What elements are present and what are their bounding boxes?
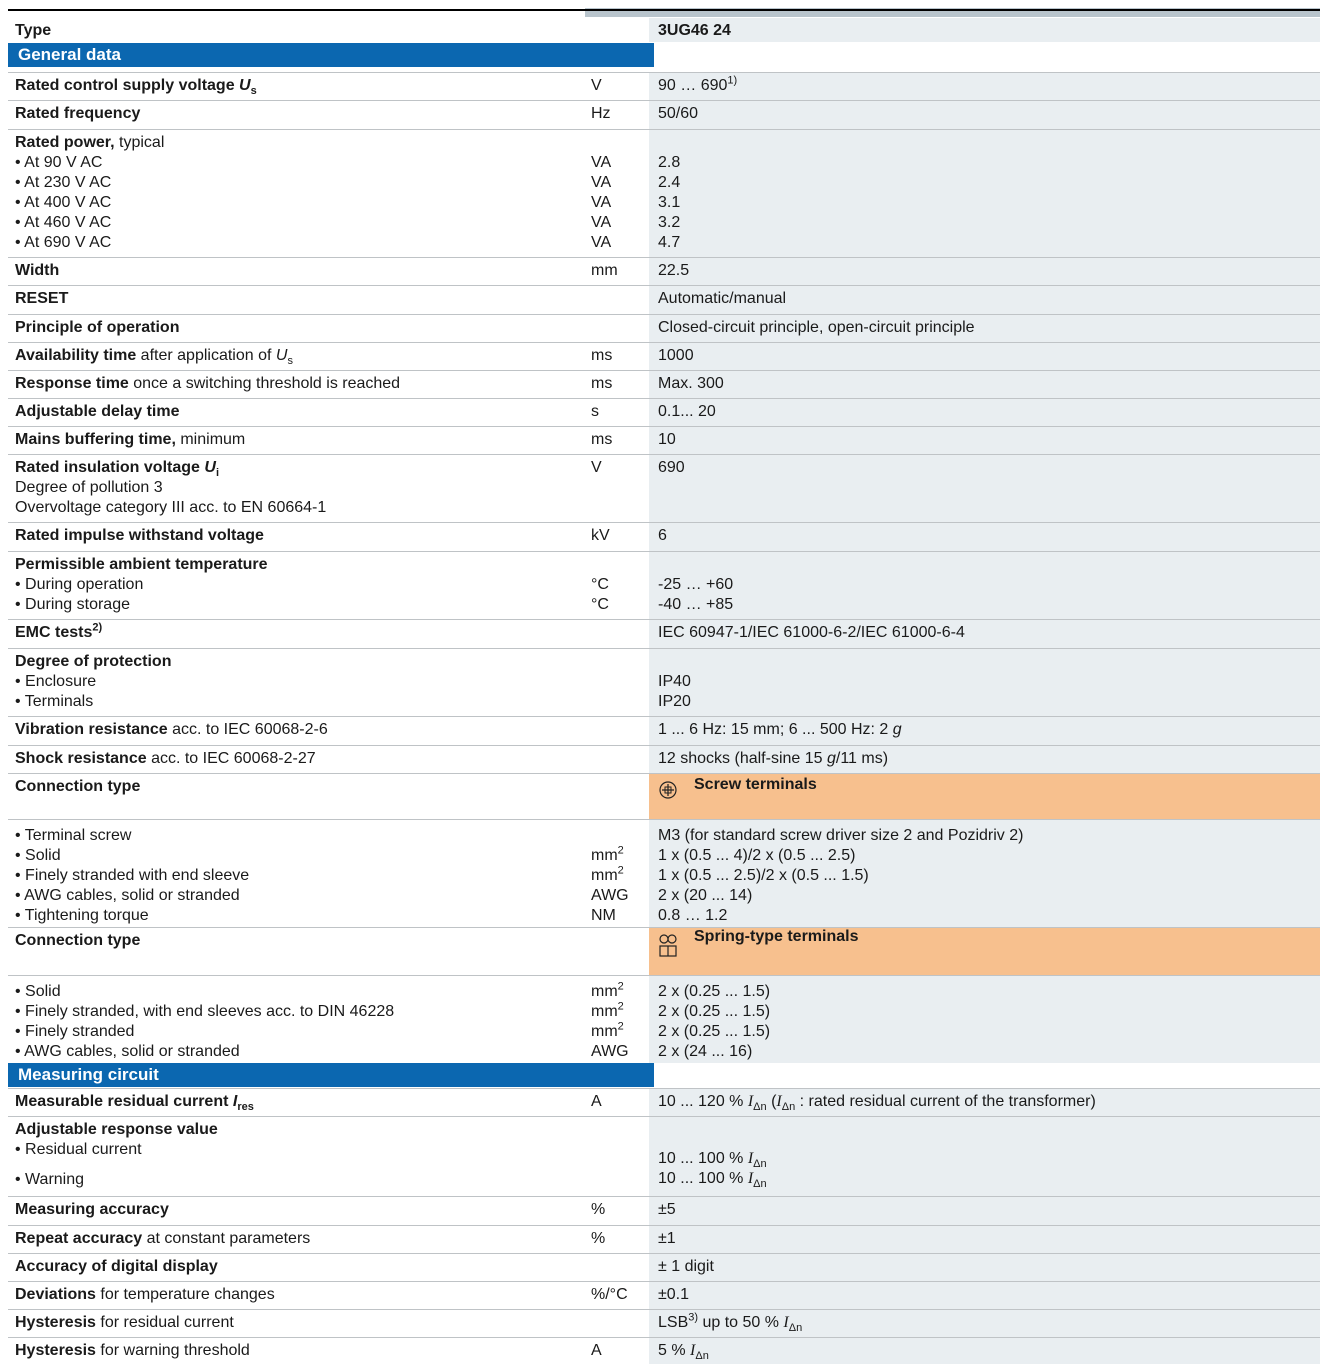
- row-vibration: Vibration resistance acc. to IEC 60068-2…: [8, 716, 1320, 745]
- type-label: Type: [15, 22, 52, 39]
- row-impulse-voltage: Rated impulse withstand voltage kV 6: [8, 522, 1320, 551]
- spring-terminal-icon: [658, 934, 678, 964]
- row-deviations: Deviations for temperature changes %/°C …: [8, 1281, 1320, 1309]
- row-shock: Shock resistance acc. to IEC 60068-2-27 …: [8, 745, 1320, 773]
- row-residual-current: Measurable residual current Ires A 10 ..…: [8, 1088, 1320, 1116]
- row-reset: RESET Automatic/manual: [8, 285, 1320, 314]
- row-insulation-voltage: Rated insulation voltage Ui Degree of po…: [8, 454, 1320, 522]
- row-principle: Principle of operation Closed-circuit pr…: [8, 314, 1320, 342]
- row-adjustable-response: Adjustable response value • Residual cur…: [8, 1116, 1320, 1196]
- row-delay-time: Adjustable delay time s 0.1... 20: [8, 398, 1320, 426]
- row-spring-details: • Solid • Finely stranded, with end sleev…: [8, 975, 1320, 1063]
- row-degree-protection: Degree of protection • Enclosure • Termi…: [8, 648, 1320, 716]
- top-rule: [8, 9, 1320, 11]
- type-value: 3UG46 24: [658, 22, 731, 39]
- row-emc-tests: EMC tests2) IEC 60947-1/IEC 61000-6-2/IE…: [8, 619, 1320, 648]
- row-rated-power: Rated power, typical • At 90 V AC • At 2…: [8, 129, 1320, 257]
- row-availability-time: Availability time after application of U…: [8, 342, 1320, 370]
- section-measuring-circuit: Measuring circuit: [8, 1063, 654, 1087]
- screw-terminal-icon: [658, 780, 678, 806]
- value-column-bg: [649, 18, 1320, 42]
- row-width: Width mm 22.5: [8, 257, 1320, 285]
- header-row: Type 3UG46 24: [8, 18, 1320, 42]
- section-general-data: General data: [8, 43, 654, 67]
- row-connection-spring: Connection type Spring-type terminals: [8, 927, 1320, 975]
- row-mains-buffering: Mains buffering time, minimum ms 10: [8, 426, 1320, 454]
- row-hysteresis-warning: Hysteresis for warning threshold A 5 % I…: [8, 1337, 1320, 1364]
- row-hysteresis-residual: Hysteresis for residual current LSB3) up…: [8, 1309, 1320, 1337]
- row-measuring-accuracy: Measuring accuracy % ±5: [8, 1196, 1320, 1225]
- row-connection-screw: Connection type Screw terminals: [8, 773, 1320, 819]
- row-screw-details: • Terminal screw • Solid • Finely strande…: [8, 819, 1320, 927]
- row-repeat-accuracy: Repeat accuracy at constant parameters %…: [8, 1225, 1320, 1253]
- row-supply-voltage: Rated control supply voltage Us V 90 … 6…: [8, 72, 1320, 100]
- row-ambient-temperature: Permissible ambient temperature • During…: [8, 551, 1320, 619]
- row-response-time: Response time once a switching threshold…: [8, 370, 1320, 398]
- row-rated-frequency: Rated frequency Hz 50/60: [8, 100, 1320, 129]
- row-digital-display: Accuracy of digital display ± 1 digit: [8, 1253, 1320, 1281]
